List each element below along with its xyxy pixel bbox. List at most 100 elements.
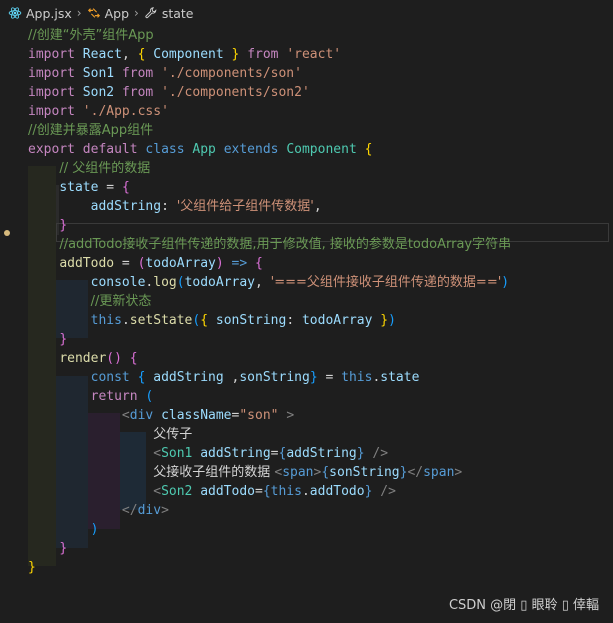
code-token: . bbox=[121, 313, 130, 328]
code-token: : bbox=[286, 313, 302, 328]
code-token: import bbox=[28, 47, 75, 62]
code-token: addString bbox=[200, 446, 271, 461]
code-line[interactable]: import Son2 from './components/son2' bbox=[28, 83, 310, 102]
code-token: ( bbox=[145, 389, 154, 404]
code-token: { bbox=[200, 313, 209, 328]
code-token: } bbox=[59, 541, 68, 556]
code-token: render bbox=[59, 351, 107, 366]
code-line[interactable]: <div className="son" > bbox=[28, 406, 294, 425]
code-token: Son1 bbox=[82, 66, 115, 81]
code-token: } bbox=[309, 370, 318, 385]
code-line[interactable]: const { addString ,sonString} = this.sta… bbox=[28, 368, 420, 387]
code-line[interactable]: } bbox=[28, 330, 67, 349]
code-token: < bbox=[121, 408, 130, 423]
code-token: default bbox=[82, 142, 138, 157]
code-token: this bbox=[341, 370, 373, 385]
react-icon bbox=[8, 7, 22, 19]
code-token: => bbox=[231, 256, 248, 271]
code-token: state bbox=[380, 370, 420, 385]
code-line[interactable]: addString: '父组件给子组件传数据', bbox=[28, 197, 322, 216]
code-line[interactable]: } bbox=[28, 216, 67, 235]
wrench-icon bbox=[145, 7, 157, 19]
code-line[interactable]: state = { bbox=[28, 178, 129, 197]
code-line[interactable]: import Son1 from './components/son' bbox=[28, 64, 302, 83]
chevron-right-icon: › bbox=[76, 6, 82, 20]
code-line[interactable]: <Son1 addString={addString} /> bbox=[28, 444, 388, 463]
code-line[interactable]: //创建并暴露App组件 bbox=[28, 121, 153, 140]
code-line[interactable]: //addTodo接收子组件传递的数据,用于修改值, 接收的参数是todoArr… bbox=[28, 235, 511, 254]
code-token: sonString bbox=[215, 313, 287, 328]
breadcrumb-component[interactable]: App bbox=[87, 6, 129, 21]
code-token: './App.css' bbox=[82, 104, 169, 119]
breadcrumb-file[interactable]: App.jsx bbox=[8, 6, 72, 21]
code-line[interactable]: this.setState({ sonString: todoArray }) bbox=[28, 311, 396, 330]
code-token: addString bbox=[286, 446, 357, 461]
code-token: Component bbox=[286, 142, 357, 157]
code-line[interactable]: ) bbox=[28, 520, 99, 539]
code-line[interactable]: export default class App extends Compone… bbox=[28, 140, 372, 159]
code-token: App bbox=[192, 142, 216, 157]
code-token: ) bbox=[90, 522, 99, 537]
code-line[interactable]: 父接收子组件的数据 <span>{sonString}</span> bbox=[28, 463, 462, 482]
code-token: { bbox=[129, 351, 138, 366]
modified-indicator-icon bbox=[4, 230, 10, 236]
code-line[interactable]: </div> bbox=[28, 501, 169, 520]
code-line[interactable]: console.log(todoArray, '===父组件接收子组件传递的数据… bbox=[28, 273, 510, 292]
code-token: { bbox=[262, 484, 271, 499]
code-token: , bbox=[313, 199, 322, 214]
code-token: } bbox=[380, 313, 389, 328]
code-token: state bbox=[59, 180, 99, 195]
code-token: addTodo bbox=[200, 484, 255, 499]
code-token: { bbox=[364, 142, 373, 157]
code-line[interactable]: } bbox=[28, 539, 67, 558]
code-line[interactable]: //创建“外壳”组件App bbox=[28, 26, 154, 45]
code-line[interactable]: render() { bbox=[28, 349, 138, 368]
breadcrumb-member[interactable]: state bbox=[144, 6, 194, 21]
code-line[interactable]: 父传子 bbox=[28, 425, 192, 444]
code-line[interactable]: // 父组件的数据 bbox=[28, 159, 150, 178]
code-token: Component bbox=[153, 47, 224, 62]
code-line[interactable]: <Son2 addTodo={this.addTodo} /> bbox=[28, 482, 396, 501]
watermark: CSDN @閉 ▯ 眼聆 ▯ 倖輻 bbox=[448, 598, 599, 613]
code-line[interactable]: import './App.css' bbox=[28, 102, 169, 121]
code-line[interactable]: addTodo = (todoArray) => { bbox=[28, 254, 263, 273]
breadcrumb-component-label: App bbox=[104, 5, 130, 21]
code-token: } bbox=[28, 560, 36, 575]
code-line[interactable]: } bbox=[28, 558, 36, 577]
code-token: import bbox=[28, 66, 75, 81]
code-token: className bbox=[161, 408, 232, 423]
code-line[interactable]: //更新状态 bbox=[28, 292, 152, 311]
code-line[interactable]: import React, { Component } from 'react' bbox=[28, 45, 341, 64]
code-token: //创建“外壳”组件App bbox=[28, 28, 154, 43]
code-token: import bbox=[28, 85, 75, 100]
code-line[interactable]: return ( bbox=[28, 387, 154, 406]
code-token: addString bbox=[153, 370, 224, 385]
code-token: ) bbox=[114, 351, 122, 366]
code-editor[interactable]: //创建“外壳”组件App import React, { Component }… bbox=[0, 26, 613, 586]
code-token: addTodo bbox=[59, 256, 115, 271]
code-token: sonString bbox=[239, 370, 310, 385]
